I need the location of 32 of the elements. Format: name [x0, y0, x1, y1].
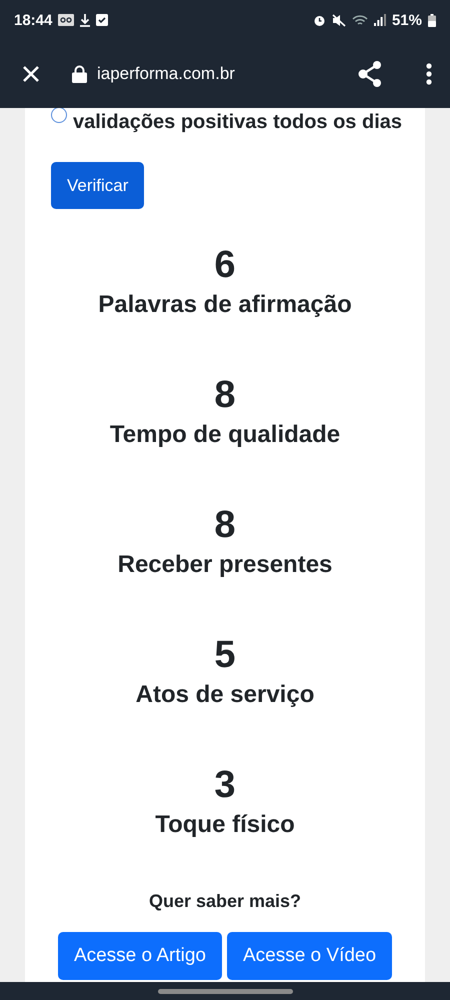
battery-icon — [428, 14, 436, 26]
result-label: Toque físico — [155, 810, 295, 840]
result-label: Receber presentes — [118, 550, 332, 580]
checkbox-icon — [96, 14, 108, 26]
clock-time: 18:44 — [14, 12, 52, 28]
wifi-icon — [352, 14, 368, 26]
download-icon — [80, 14, 90, 26]
battery-level: 51% — [392, 12, 422, 28]
signal-icon — [374, 14, 386, 26]
close-icon[interactable] — [22, 65, 40, 83]
result-label: Palavras de afirmação — [98, 290, 352, 320]
result-label: Tempo de qualidade — [110, 420, 340, 450]
link-button[interactable]: Acesse o Vídeo — [226, 932, 392, 980]
radio-button[interactable] — [51, 108, 67, 123]
verify-button[interactable]: Verificar — [51, 162, 144, 209]
voicemail-icon — [58, 14, 74, 26]
result-score: 3 — [214, 763, 236, 808]
alarm-icon — [312, 14, 326, 26]
mute-icon — [332, 14, 346, 26]
more-heading: Quer saber mais? — [148, 891, 302, 911]
menu-icon[interactable] — [426, 63, 432, 85]
result-score: 8 — [214, 503, 236, 548]
page-url: iaperforma.com.br — [97, 64, 236, 84]
home-indicator[interactable] — [158, 988, 292, 994]
share-icon[interactable] — [358, 61, 382, 87]
result-score: 6 — [214, 243, 236, 288]
lock-icon — [72, 65, 87, 83]
result-label: Atos de serviço — [136, 680, 314, 710]
result-score: 5 — [214, 633, 236, 678]
link-button[interactable]: Acesse o Artigo — [58, 932, 222, 980]
option-label: validações positivas todos os dias — [73, 110, 402, 134]
result-score: 8 — [214, 373, 236, 418]
